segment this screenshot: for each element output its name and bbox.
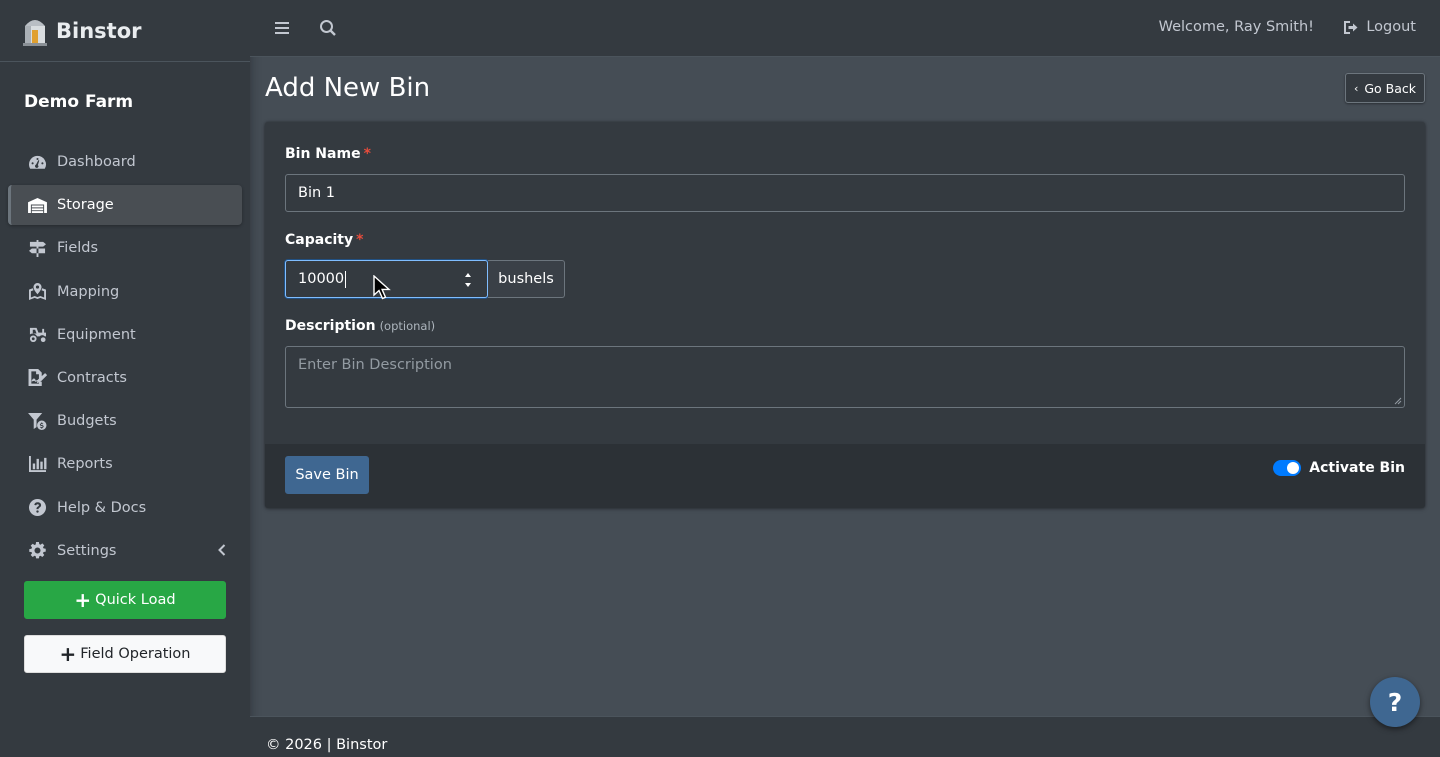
toggle-knob (1287, 462, 1300, 474)
sidebar-item-label: Settings (57, 542, 117, 559)
chevron-left-icon: ‹ (1353, 81, 1359, 95)
resize-handle-icon[interactable] (1394, 397, 1402, 405)
capacity-unit-addon: bushels (488, 260, 565, 298)
funnel-dollar-icon (26, 412, 48, 430)
activate-bin-label: Activate Bin (1309, 460, 1405, 476)
optional-hint: (optional) (379, 319, 436, 333)
brand[interactable]: Binstor (0, 0, 250, 62)
page-title: Add New Bin (265, 73, 431, 103)
help-fab-button[interactable]: ? (1370, 677, 1420, 727)
sidebar-item-mapping[interactable]: Mapping (8, 272, 242, 312)
sidebar-item-storage[interactable]: Storage (8, 185, 242, 226)
sidebar-item-label: Equipment (57, 326, 136, 343)
capacity-label: Capacity * (285, 232, 363, 248)
search-icon[interactable] (319, 19, 337, 37)
gear-icon (26, 542, 48, 560)
sidebar-nav: Dashboard Storage Fields Mapping Equipme… (0, 142, 250, 571)
bin-name-label: Bin Name * (285, 146, 371, 162)
bin-name-value: Bin 1 (298, 185, 336, 201)
number-spinner-icon[interactable] (463, 271, 473, 289)
toggle-switch[interactable] (1273, 460, 1302, 476)
sidebar: Binstor Demo Farm Dashboard Storage Fiel… (0, 0, 250, 757)
sidebar-item-fields[interactable]: Fields (8, 228, 242, 268)
signs-icon (26, 239, 48, 257)
description-label-text: Description (285, 318, 376, 334)
sidebar-item-label: Storage (57, 197, 114, 214)
map-marked-icon (26, 283, 48, 301)
welcome-text: Welcome, Ray Smith! (1158, 19, 1314, 35)
sidebar-item-label: Mapping (57, 283, 120, 300)
description-placeholder: Enter Bin Description (298, 357, 452, 373)
text-caret (345, 270, 347, 288)
description-label: Description (optional) (285, 318, 435, 334)
sidebar-item-label: Fields (57, 240, 99, 257)
brand-name: Binstor (56, 18, 142, 43)
silo-logo-icon (22, 16, 48, 46)
field-operation-label: Field Operation (80, 646, 191, 662)
go-back-label: Go Back (1364, 80, 1417, 96)
tractor-icon (26, 326, 48, 344)
activate-bin-switch[interactable]: Activate Bin (1273, 460, 1405, 476)
form-footer: Save Bin Activate Bin (265, 444, 1425, 508)
sidebar-item-dashboard[interactable]: Dashboard (8, 142, 242, 182)
sidebar-item-settings[interactable]: Settings (8, 531, 242, 571)
sidebar-item-equipment[interactable]: Equipment (8, 315, 242, 355)
bin-name-input[interactable]: Bin 1 (285, 174, 1405, 212)
capacity-value: 10000 (298, 271, 345, 287)
chart-bar-icon (26, 455, 48, 473)
go-back-button[interactable]: ‹ Go Back (1345, 73, 1425, 103)
required-mark: * (356, 232, 364, 248)
quick-load-label: Quick Load (95, 592, 176, 608)
chevron-left-icon[interactable] (218, 543, 226, 556)
mouse-pointer-icon (373, 275, 391, 300)
required-mark: * (363, 146, 371, 162)
farm-name: Demo Farm (24, 92, 134, 112)
file-signature-icon (26, 369, 48, 387)
question-circle-icon (26, 499, 48, 517)
save-bin-button[interactable]: Save Bin (285, 456, 369, 494)
bin-name-label-text: Bin Name (285, 146, 361, 162)
logout-link[interactable]: Logout (1343, 19, 1416, 35)
logout-label: Logout (1366, 19, 1416, 35)
sign-out-icon (1344, 20, 1358, 34)
question-mark-icon: ? (1387, 687, 1403, 717)
field-operation-button[interactable]: + Field Operation (24, 635, 226, 673)
quick-load-button[interactable]: + Quick Load (24, 581, 226, 619)
plus-icon: + (74, 588, 92, 612)
hamburger-menu-icon[interactable] (273, 19, 291, 37)
warehouse-icon (26, 196, 48, 214)
add-bin-form-card: Bin Name * Bin 1 Capacity * 10000 bushels … (265, 122, 1425, 508)
sidebar-item-label: Dashboard (57, 154, 136, 170)
sidebar-item-help-docs[interactable]: Help & Docs (8, 488, 242, 528)
description-textarea[interactable]: Enter Bin Description (285, 346, 1405, 408)
plus-icon: + (59, 642, 77, 666)
tachometer-icon (26, 153, 48, 171)
sidebar-item-contracts[interactable]: Contracts (8, 358, 242, 398)
sidebar-item-label: Reports (57, 456, 113, 473)
sidebar-item-label: Budgets (57, 413, 117, 430)
sidebar-item-label: Contracts (57, 369, 127, 386)
sidebar-item-label: Help & Docs (57, 499, 147, 516)
sidebar-item-budgets[interactable]: Budgets (8, 401, 242, 441)
topbar: Welcome, Ray Smith! Logout (250, 0, 1440, 57)
capacity-label-text: Capacity (285, 232, 354, 248)
copyright-text: © 2026 | Binstor (266, 737, 388, 753)
page-footer: © 2026 | Binstor (250, 716, 1440, 757)
sidebar-item-reports[interactable]: Reports (8, 444, 242, 484)
